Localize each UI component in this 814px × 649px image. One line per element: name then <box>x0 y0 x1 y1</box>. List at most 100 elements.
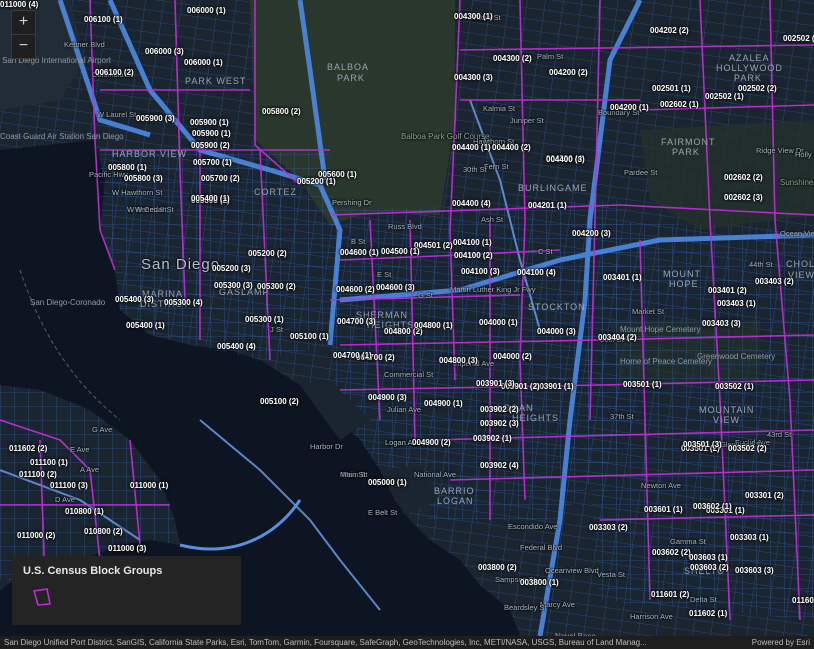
block-group-label: 003401 (1) <box>603 273 642 282</box>
block-group-label: 011000 (1) <box>130 481 169 490</box>
street-label: G Ave <box>92 425 113 434</box>
block-group-label: 004400 (4) <box>452 199 491 208</box>
street-label: 30th St <box>463 165 487 174</box>
block-group-label: 005200 (1) <box>297 177 336 186</box>
zoom-in-button[interactable]: + <box>12 11 35 34</box>
block-group-label: 002502 (1) <box>705 92 744 101</box>
street-label: C St <box>538 247 553 256</box>
block-group-label: 004000 (1) <box>479 318 518 327</box>
block-group-label: 005400 (1) <box>191 194 230 203</box>
block-group-label: 003403 (3) <box>702 319 741 328</box>
place-label: MOUNT <box>663 269 701 279</box>
block-group-label: 004000 (3) <box>537 327 576 336</box>
place-label: FAIRMONT <box>661 137 716 147</box>
block-group-label: 004201 (1) <box>528 201 567 210</box>
street-label: Harbor Dr <box>310 442 343 451</box>
street-label: Palm St <box>537 52 564 61</box>
block-group-label: 003601 (1) <box>644 505 683 514</box>
map-view[interactable]: PARK WEST BALBOA PARK HARBOR VIEW CORTEZ San … <box>0 0 814 649</box>
zoom-out-button[interactable]: − <box>12 35 35 58</box>
block-group-label: 002501 (1) <box>652 84 691 93</box>
block-group-label: 003401 (2) <box>708 286 747 295</box>
block-group-label: 004900 (3) <box>368 393 407 402</box>
street-label: Fern St <box>484 162 509 171</box>
place-label: PARK <box>337 73 365 83</box>
street-label: E Ave <box>70 445 90 454</box>
block-group-label: 003603 (2) <box>690 563 729 572</box>
street-label: A Ave <box>80 465 100 474</box>
block-group-label: 003602 (2) <box>652 548 691 557</box>
block-group-label: 010800 (1) <box>65 507 104 516</box>
block-group-label: 006100 (1) <box>84 15 123 24</box>
block-group-label: 004100 (4) <box>517 268 556 277</box>
place-label: BURLINGAME <box>518 183 588 193</box>
place-label: PARK WEST <box>185 76 247 86</box>
block-group-label: 003800 (2) <box>478 563 517 572</box>
street-label: Juniper St <box>510 116 544 125</box>
street-label: Ash St <box>481 215 504 224</box>
block-group-label: 011602 (2) <box>9 444 48 453</box>
block-group-label: 002602 (3) <box>724 193 763 202</box>
block-group-label: 002602 (2) <box>724 173 763 182</box>
place-label: CHOLL <box>786 259 814 269</box>
legend-title: U.S. Census Block Groups <box>23 565 163 577</box>
street-label: Oceanview Blvd <box>545 566 599 575</box>
place-label: San Diego <box>141 256 221 273</box>
street-label: E Belt St <box>368 508 398 517</box>
block-group-label: 003902 (4) <box>480 461 519 470</box>
block-group-label: 004400 (3) <box>546 155 585 164</box>
block-group-label: 003901 (1) <box>535 382 574 391</box>
street-label: Kettner Blvd <box>64 40 105 49</box>
block-group-label: 005100 (2) <box>260 397 299 406</box>
street-label: W Hawthorn St <box>112 188 163 197</box>
attribution-bar: San Diego Unified Port District, SanGIS,… <box>0 636 814 649</box>
powered-by-esri[interactable]: Powered by Esri <box>752 636 810 649</box>
block-group-label: 005400 (4) <box>217 342 256 351</box>
place-label: Greenwood Cemetery <box>697 352 776 361</box>
street-label: D Ave <box>55 495 75 504</box>
street-label: Market St <box>632 307 665 316</box>
legend-panel: U.S. Census Block Groups <box>12 556 241 625</box>
block-group-label: 005700 (1) <box>193 158 232 167</box>
block-group-label: 004300 (1) <box>454 12 493 21</box>
place-label: Sunshine Berardini Field <box>780 178 814 187</box>
block-group-label: 004500 (1) <box>381 247 420 256</box>
block-group-label: 010800 (2) <box>84 527 123 536</box>
street-label: Pershing Dr <box>332 198 372 207</box>
block-group-label: 003800 (1) <box>520 578 559 587</box>
block-group-label: 006100 (2) <box>95 68 134 77</box>
block-group-label: 004300 (3) <box>454 73 493 82</box>
place-label: PARK <box>672 147 700 157</box>
street-label: W Cedar St <box>135 205 174 214</box>
attribution-sources[interactable]: San Diego Unified Port District, SanGIS,… <box>4 636 732 649</box>
street-label: Newton Ave <box>641 481 681 490</box>
block-group-label: 004600 (2) <box>336 285 375 294</box>
block-group-label: 004400 (1) <box>452 143 491 152</box>
block-group-label: 003301 (2) <box>745 491 784 500</box>
block-group-label: 003902 (2) <box>480 405 519 414</box>
street-label: Escondido Ave <box>508 522 558 531</box>
block-group-label: 002602 (1) <box>660 100 699 109</box>
block-group-label: 004800 (3) <box>439 356 478 365</box>
block-group-label: 003303 (2) <box>589 523 628 532</box>
block-group-label: 004900 (2) <box>412 438 451 447</box>
block-group-label: 005400 (1) <box>126 321 165 330</box>
block-group-label: 004200 (1) <box>610 103 649 112</box>
block-group-label: 005900 (3) <box>136 114 175 123</box>
block-group-label: 004202 (2) <box>650 26 689 35</box>
street-label: Main St <box>340 470 366 479</box>
block-group-label: 003403 (2) <box>755 277 794 286</box>
street-label: 37th St <box>610 412 634 421</box>
place-label: HOLLYWOOD <box>716 63 783 73</box>
block-group-label: 005200 (2) <box>248 249 287 258</box>
block-group-label: 004100 (3) <box>461 267 500 276</box>
block-group-label: 005300 (2) <box>257 282 296 291</box>
block-group-label: 005400 (3) <box>115 295 154 304</box>
street-label: Holly Dr <box>795 150 814 159</box>
block-group-label: 004200 (3) <box>572 229 611 238</box>
street-label: Commercial St <box>384 370 434 379</box>
block-group-label: 004200 (2) <box>549 68 588 77</box>
block-group-label: 006000 (3) <box>145 47 184 56</box>
block-group-label: 005900 (1) <box>192 129 231 138</box>
block-group-label: 004400 (2) <box>492 143 531 152</box>
